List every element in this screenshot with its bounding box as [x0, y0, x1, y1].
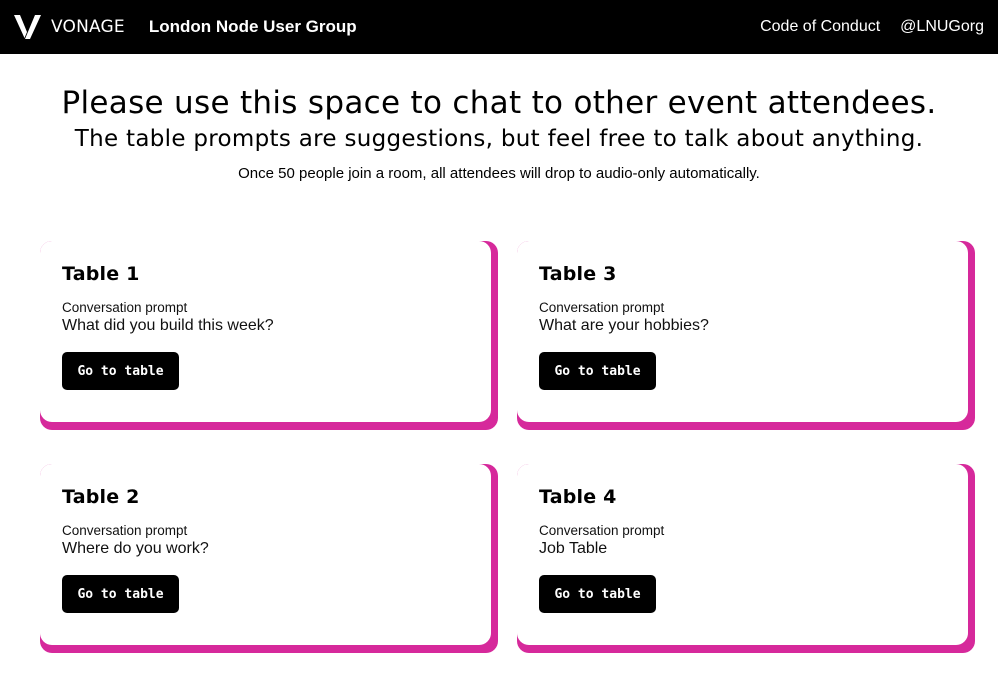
- table-title: Table 3: [539, 263, 617, 285]
- prompt-label: Conversation prompt: [62, 523, 188, 538]
- card-face: Table 3 Conversation prompt What are you…: [517, 241, 968, 422]
- group-name[interactable]: London Node User Group: [149, 17, 357, 37]
- prompt-text: What did you build this week?: [62, 317, 274, 334]
- page-headline: Please use this space to chat to other e…: [61, 85, 937, 121]
- prompt-label: Conversation prompt: [539, 300, 665, 315]
- brand-name: VONAGE: [51, 17, 125, 37]
- table-card: Table 3 Conversation prompt What are you…: [517, 241, 975, 431]
- audio-only-note: Once 50 people join a room, all attendee…: [238, 165, 760, 182]
- table-title: Table 1: [62, 263, 140, 285]
- table-card: Table 1 Conversation prompt What did you…: [40, 241, 498, 431]
- top-navbar: VONAGE London Node User Group Code of Co…: [0, 0, 998, 54]
- table-card: Table 2 Conversation prompt Where do you…: [40, 464, 498, 654]
- prompt-label: Conversation prompt: [62, 300, 188, 315]
- go-to-table-button[interactable]: Go to table: [539, 575, 656, 613]
- nav-links: Code of Conduct @LNUGorg: [760, 18, 984, 36]
- card-face: Table 4 Conversation prompt Job Table Go…: [517, 464, 968, 645]
- table-title: Table 4: [539, 486, 617, 508]
- go-to-table-button[interactable]: Go to table: [539, 352, 656, 390]
- code-of-conduct-link[interactable]: Code of Conduct: [760, 18, 880, 36]
- twitter-handle-link[interactable]: @LNUGorg: [900, 18, 984, 36]
- prompt-label: Conversation prompt: [539, 523, 665, 538]
- prompt-text: Job Table: [539, 540, 608, 557]
- brand[interactable]: VONAGE: [14, 14, 125, 40]
- vonage-logo-icon: [14, 14, 42, 40]
- table-title: Table 2: [62, 486, 140, 508]
- card-face: Table 2 Conversation prompt Where do you…: [40, 464, 491, 645]
- go-to-table-button[interactable]: Go to table: [62, 575, 179, 613]
- prompt-text: What are your hobbies?: [539, 317, 709, 334]
- table-card: Table 4 Conversation prompt Job Table Go…: [517, 464, 975, 654]
- card-face: Table 1 Conversation prompt What did you…: [40, 241, 491, 422]
- go-to-table-button[interactable]: Go to table: [62, 352, 179, 390]
- prompt-text: Where do you work?: [62, 540, 209, 557]
- page-subheadline: The table prompts are suggestions, but f…: [74, 126, 924, 152]
